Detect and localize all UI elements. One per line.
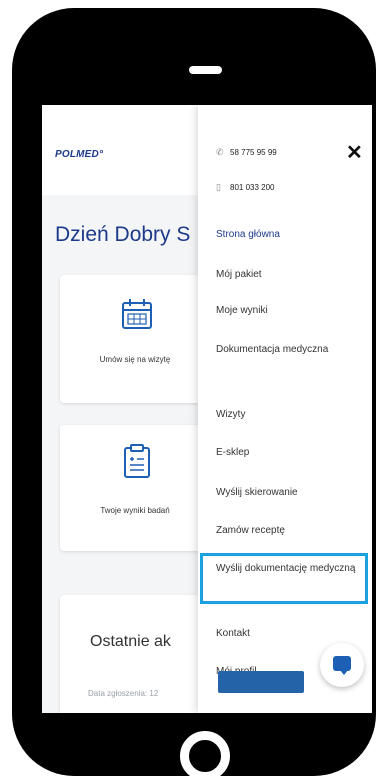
- phone-frame: POLMED° Dzień Dobry S Umów się na wizytę: [12, 8, 376, 781]
- home-button[interactable]: [180, 731, 230, 781]
- menu-item-contact[interactable]: Kontakt: [216, 627, 364, 641]
- menu-item-visits[interactable]: Wizyty: [216, 408, 364, 422]
- clipboard-icon: [124, 444, 150, 478]
- phone-number: 58 775 95 99: [230, 148, 277, 157]
- menu-item-send-medical-records[interactable]: Wyślij dokumentację medyczną: [216, 562, 364, 576]
- menu-item-home[interactable]: Strona główna: [216, 228, 364, 242]
- phone-contact[interactable]: ✆ 58 775 95 99: [216, 147, 277, 158]
- menu-item-e-shop[interactable]: E-sklep: [216, 446, 364, 460]
- speaker-slot: [189, 66, 222, 74]
- screen: POLMED° Dzień Dobry S Umów się na wizytę: [42, 105, 372, 713]
- recent-activity-date: Data zgłoszenia: 12: [88, 689, 159, 698]
- book-visit-label: Umów się na wizytę: [99, 355, 171, 364]
- drawer-action-button[interactable]: [218, 671, 304, 693]
- greeting-heading: Dzień Dobry S: [55, 223, 191, 246]
- recent-activity-title: Ostatnie ak: [90, 633, 171, 650]
- mobile-icon: ▯: [216, 182, 221, 192]
- polmed-logo[interactable]: POLMED°: [55, 149, 103, 160]
- menu-item-order-prescription[interactable]: Zamów receptę: [216, 524, 364, 538]
- close-icon[interactable]: ✕: [346, 143, 363, 163]
- chat-icon: [333, 656, 351, 671]
- test-results-label: Twoje wyniki badań: [100, 506, 170, 515]
- navigation-drawer: ✆ 58 775 95 99 ▯ 801 033 200 ✕ Strona głów…: [198, 105, 372, 713]
- mobile-number: 801 033 200: [230, 183, 275, 192]
- chat-icon-tail: [340, 670, 348, 675]
- test-results-card[interactable]: Twoje wyniki badań: [60, 425, 210, 551]
- book-visit-card[interactable]: Umów się na wizytę: [60, 275, 210, 403]
- highlight-box: [200, 553, 368, 604]
- menu-item-medical-records[interactable]: Dokumentacja medyczna: [216, 343, 364, 357]
- calendar-icon: [122, 299, 152, 329]
- menu-item-my-results[interactable]: Moje wyniki: [216, 304, 364, 318]
- phone-icon: ✆: [216, 147, 224, 157]
- mobile-contact[interactable]: ▯ 801 033 200: [216, 182, 275, 193]
- menu-item-my-package[interactable]: Mój pakiet: [216, 268, 364, 282]
- menu-item-send-referral[interactable]: Wyślij skierowanie: [216, 486, 364, 500]
- chat-button[interactable]: [320, 643, 364, 687]
